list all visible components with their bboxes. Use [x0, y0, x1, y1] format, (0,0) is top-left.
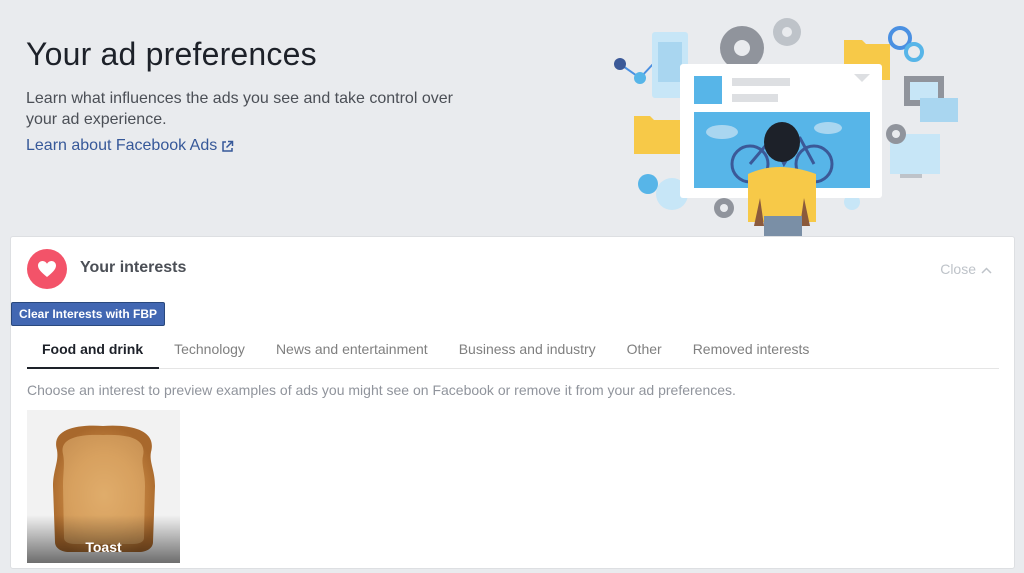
- heart-icon: [27, 249, 67, 289]
- page-title: Your ad preferences: [26, 36, 317, 72]
- external-link-icon: [221, 140, 234, 153]
- tab-removed-interests[interactable]: Removed interests: [678, 331, 826, 369]
- page-description: Learn what influences the ads you see an…: [26, 90, 453, 128]
- learn-about-ads-link[interactable]: Learn about Facebook Ads: [26, 137, 234, 155]
- interests-title: Your interests: [80, 259, 187, 276]
- ad-preferences-illustration: [600, 8, 980, 236]
- interest-tile-toast[interactable]: Toast: [27, 410, 180, 563]
- interests-card-header: Your interests Close: [11, 237, 1014, 299]
- ad-preferences-hero: Your ad preferences Learn what influence…: [0, 0, 1024, 236]
- close-interests-button[interactable]: Close: [940, 261, 992, 277]
- interest-category-tabs: Food and drink Technology News and enter…: [27, 331, 999, 369]
- your-interests-card: Your interests Close Clear Interests wit…: [10, 236, 1015, 569]
- interests-hint: Choose an interest to preview examples o…: [27, 382, 736, 398]
- tab-news-and-entertainment[interactable]: News and entertainment: [261, 331, 444, 369]
- tab-other[interactable]: Other: [612, 331, 678, 369]
- learn-about-ads-link-label: Learn about Facebook Ads: [26, 137, 218, 154]
- close-label: Close: [940, 261, 976, 277]
- tab-food-and-drink[interactable]: Food and drink: [27, 331, 160, 369]
- interest-tile-label: Toast: [27, 515, 180, 563]
- clear-interests-fbp-button[interactable]: Clear Interests with FBP: [11, 302, 166, 326]
- tab-business-and-industry[interactable]: Business and industry: [444, 331, 612, 369]
- tab-technology[interactable]: Technology: [159, 331, 261, 369]
- chevron-up-icon: [981, 261, 992, 277]
